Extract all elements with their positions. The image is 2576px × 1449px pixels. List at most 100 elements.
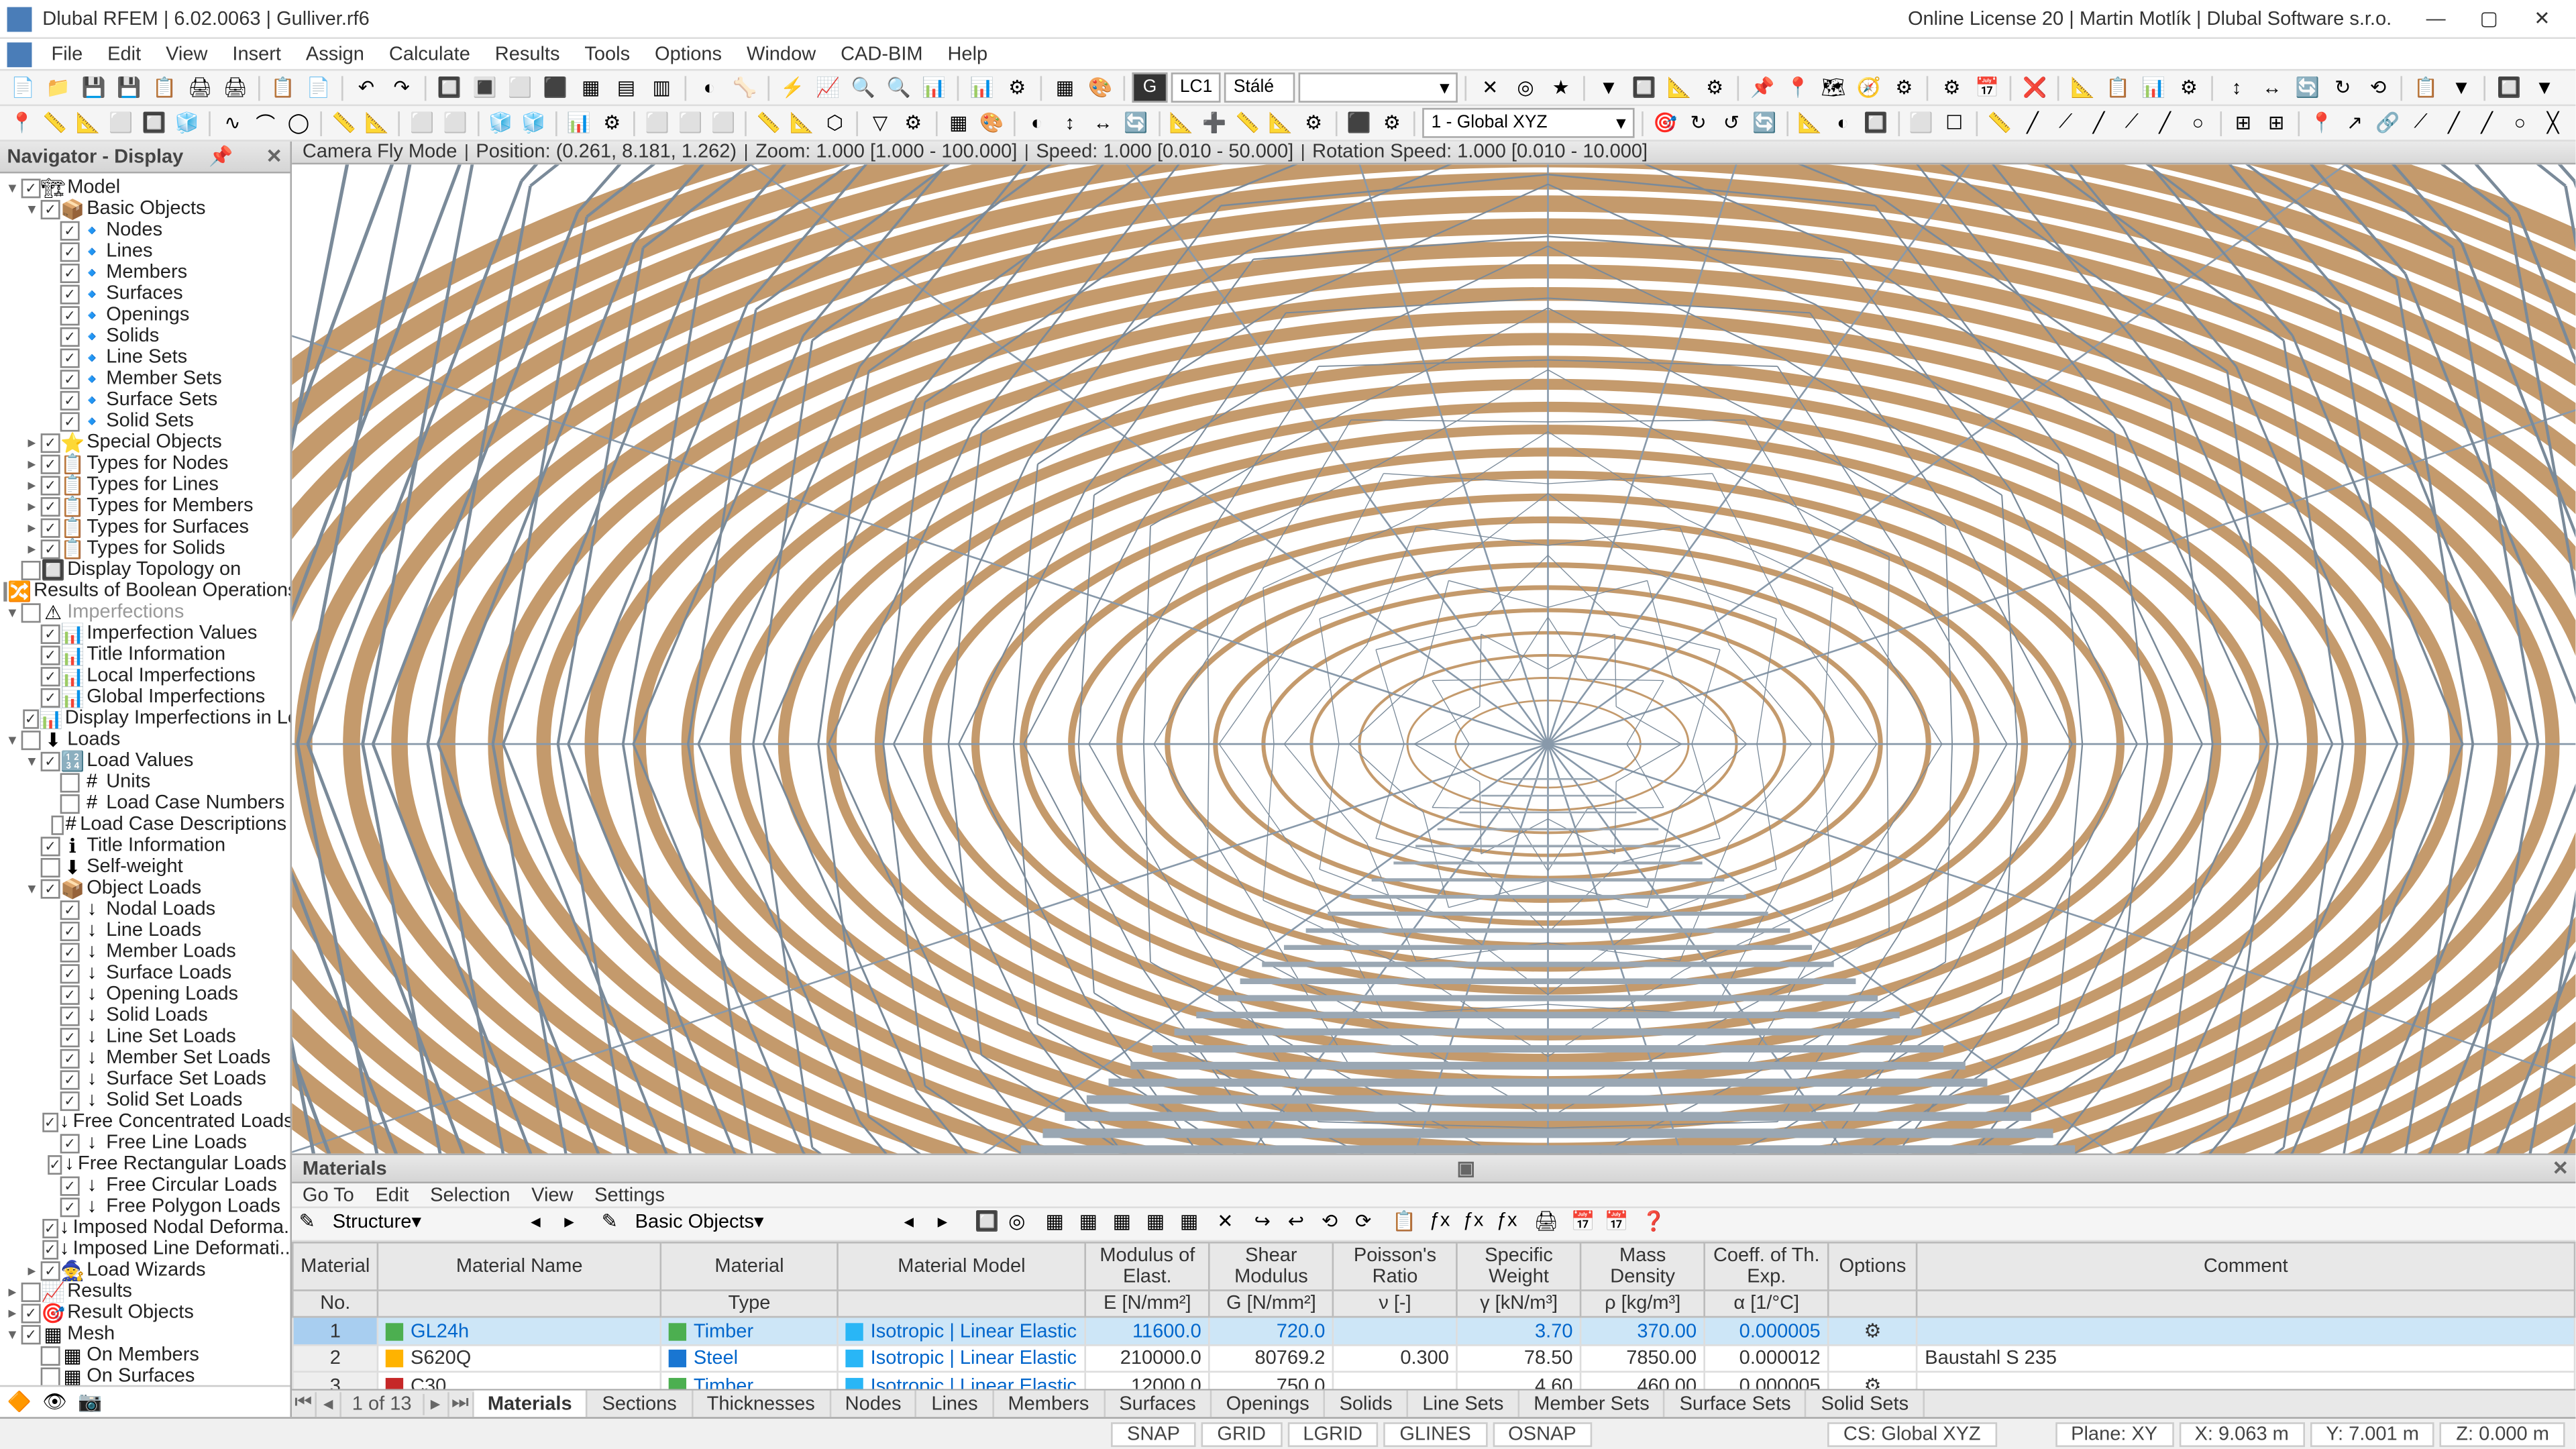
materials-menu-view[interactable]: View bbox=[531, 1184, 573, 1205]
toolbar1-btn-15[interactable]: 🔳 bbox=[469, 72, 500, 103]
table-row[interactable]: 1 GL24h Timber Isotropic | Linear Elasti… bbox=[292, 1317, 2575, 1345]
tree-node[interactable]: ▾✓📦Basic Objects bbox=[3, 198, 286, 219]
tab-thicknesses[interactable]: Thicknesses bbox=[693, 1389, 831, 1417]
menu-cad-bim[interactable]: CAD-BIM bbox=[828, 40, 935, 68]
tree-node[interactable]: #Load Case Numbers bbox=[3, 792, 286, 814]
toolbar2-btn-81[interactable]: ╱ bbox=[2472, 107, 2502, 139]
toolbar2-btn-29[interactable]: ⬡ bbox=[820, 107, 849, 139]
toolbar-g-combo[interactable]: G bbox=[1132, 72, 1168, 103]
toolbar1-btn-43[interactable]: ◎ bbox=[1509, 72, 1541, 103]
toolbar2-btn-56[interactable]: 🔄 bbox=[1750, 107, 1779, 139]
mat-tb-1[interactable]: ◎ bbox=[1008, 1209, 1038, 1239]
col-h1-8[interactable]: Mass Density bbox=[1580, 1242, 1705, 1290]
tab-members[interactable]: Members bbox=[994, 1389, 1105, 1417]
toolbar1-btn-8[interactable]: 📋 bbox=[267, 72, 299, 103]
toolbar1-btn-25[interactable]: ⚡ bbox=[777, 72, 808, 103]
tree-node[interactable]: ✓🔹Surface Sets bbox=[3, 389, 286, 411]
menu-results[interactable]: Results bbox=[482, 40, 572, 68]
toolbar1-btn-5[interactable]: 🖨 bbox=[184, 72, 215, 103]
col-h1-11[interactable]: Comment bbox=[1917, 1242, 2575, 1290]
toolbar2-btn-76[interactable]: 📍 bbox=[2307, 107, 2337, 139]
toolbar2-btn-35[interactable]: 🎨 bbox=[977, 107, 1006, 139]
tree-node[interactable]: ▸✓🎯Result Objects bbox=[3, 1302, 286, 1324]
materials-table[interactable]: MaterialMaterial NameMaterialMaterial Mo… bbox=[292, 1242, 2575, 1389]
toolbar2-btn-69[interactable]: ⟋ bbox=[2117, 107, 2147, 139]
tree-node[interactable]: 🔀Results of Boolean Operations bbox=[3, 580, 286, 602]
tree-node[interactable]: ✓📊Global Imperfections bbox=[3, 686, 286, 708]
tree-node[interactable]: ✓🔹Member Sets bbox=[3, 368, 286, 389]
tree-node[interactable]: ✓📊Display Imperfections in Loa... bbox=[3, 708, 286, 729]
toolbar2-btn-82[interactable]: ○ bbox=[2505, 107, 2534, 139]
toolbar-cs-combo[interactable]: 1 - Global XYZ▾ bbox=[1422, 108, 1634, 138]
tree-node[interactable]: ✓📊Local Imperfections bbox=[3, 665, 286, 687]
navigator-tree[interactable]: ▾✓🏗Model▾✓📦Basic Objects✓🔹Nodes✓🔹Lines✓🔹… bbox=[0, 173, 290, 1385]
col-h1-7[interactable]: Specific Weight bbox=[1457, 1242, 1581, 1290]
toolbar1-btn-0[interactable]: 📄 bbox=[7, 72, 39, 103]
toolbar2-btn-20[interactable]: 📊 bbox=[564, 107, 594, 139]
col-h2-1[interactable] bbox=[378, 1291, 661, 1318]
tab-sections[interactable]: Sections bbox=[588, 1389, 692, 1417]
col-h2-10[interactable] bbox=[1829, 1291, 1917, 1318]
toolbar2-btn-53[interactable]: 🎯 bbox=[1650, 107, 1680, 139]
toolbar2-btn-59[interactable]: ◐ bbox=[1828, 107, 1858, 139]
toolbar1-btn-29[interactable]: 📊 bbox=[918, 72, 950, 103]
tree-node[interactable]: ▸✓📋Types for Surfaces bbox=[3, 517, 286, 538]
tree-node[interactable]: ✓↓Member Loads bbox=[3, 941, 286, 963]
toolbar2-btn-40[interactable]: 🔄 bbox=[1121, 107, 1150, 139]
toolbar2-btn-12[interactable]: 📐 bbox=[362, 107, 392, 139]
toolbar2-btn-67[interactable]: ⟋ bbox=[2051, 107, 2080, 139]
toolbar1-btn-60[interactable]: ❌ bbox=[2019, 72, 2051, 103]
toolbar2-btn-42[interactable]: 📐 bbox=[1167, 107, 1196, 139]
toolbar1-btn-67[interactable]: ↕ bbox=[2220, 72, 2252, 103]
tab-line-sets[interactable]: Line Sets bbox=[1408, 1389, 1519, 1417]
toolbar1-btn-23[interactable]: 🦴 bbox=[729, 72, 760, 103]
tab-lines[interactable]: Lines bbox=[917, 1389, 994, 1417]
toolbar1-btn-12[interactable]: ↷ bbox=[386, 72, 417, 103]
toolbar1-btn-69[interactable]: 🔄 bbox=[2292, 72, 2323, 103]
toolbar2-btn-44[interactable]: 📏 bbox=[1233, 107, 1263, 139]
toolbar1-btn-74[interactable]: ▼ bbox=[2445, 72, 2477, 103]
toolbar1-btn-65[interactable]: ⚙ bbox=[2173, 72, 2204, 103]
table-row[interactable]: 2 S620Q Steel Isotropic | Linear Elastic… bbox=[292, 1345, 2575, 1372]
toolbar1-btn-26[interactable]: 📈 bbox=[812, 72, 843, 103]
tree-node[interactable]: ✓🔹Nodes bbox=[3, 219, 286, 241]
tab-solid-sets[interactable]: Solid Sets bbox=[1807, 1389, 1924, 1417]
tree-node[interactable]: ▸✓📋Types for Lines bbox=[3, 474, 286, 496]
toolbar2-btn-15[interactable]: ⬜ bbox=[441, 107, 470, 139]
toolbar1-btn-34[interactable]: ▦ bbox=[1049, 72, 1081, 103]
toolbar2-btn-49[interactable]: ⚙ bbox=[1377, 107, 1407, 139]
toolbar1-btn-32[interactable]: ⚙ bbox=[1002, 72, 1033, 103]
toolbar-stale-combo[interactable]: Stálé bbox=[1225, 72, 1295, 103]
col-h2-6[interactable]: ν [-] bbox=[1333, 1291, 1457, 1318]
menu-options[interactable]: Options bbox=[643, 40, 735, 68]
menu-file[interactable]: File bbox=[39, 40, 95, 68]
toolbar2-btn-32[interactable]: ⚙ bbox=[898, 107, 928, 139]
tree-node[interactable]: ✓📊Title Information bbox=[3, 644, 286, 665]
tree-node[interactable]: ✓↓Nodal Loads bbox=[3, 899, 286, 920]
status-snap[interactable]: SNAP bbox=[1111, 1421, 1195, 1446]
toolbar1-btn-16[interactable]: ⬜ bbox=[504, 72, 536, 103]
menu-view[interactable]: View bbox=[154, 40, 220, 68]
toolbar2-btn-11[interactable]: 📏 bbox=[329, 107, 359, 139]
toolbar2-btn-1[interactable]: 📏 bbox=[40, 107, 70, 139]
tree-node[interactable]: ⬇Self-weight bbox=[3, 856, 286, 877]
toolbar1-btn-52[interactable]: 📍 bbox=[1782, 72, 1813, 103]
minimize-button[interactable]: ― bbox=[2410, 0, 2463, 38]
tree-node[interactable]: ✓↓Opening Loads bbox=[3, 983, 286, 1005]
toolbar2-btn-28[interactable]: 📐 bbox=[787, 107, 816, 139]
tree-node[interactable]: ▸📈Results bbox=[3, 1281, 286, 1302]
toolbar1-btn-57[interactable]: ⚙ bbox=[1936, 72, 1968, 103]
toolbar2-btn-80[interactable]: ╱ bbox=[2439, 107, 2469, 139]
menu-window[interactable]: Window bbox=[735, 40, 828, 68]
toolbar2-btn-55[interactable]: ↺ bbox=[1717, 107, 1746, 139]
tree-node[interactable]: ✓ℹTitle Information bbox=[3, 835, 286, 857]
toolbar2-btn-17[interactable]: 🧊 bbox=[486, 107, 515, 139]
status-glines[interactable]: GLINES bbox=[1384, 1421, 1487, 1446]
menu-edit[interactable]: Edit bbox=[95, 40, 154, 68]
toolbar1-btn-2[interactable]: 💾 bbox=[78, 72, 109, 103]
toolbar1-btn-1[interactable]: 📁 bbox=[42, 72, 74, 103]
nav-tab-1-icon[interactable]: 🔶 bbox=[7, 1389, 32, 1414]
col-h2-0[interactable]: No. bbox=[292, 1291, 378, 1318]
toolbar1-btn-44[interactable]: ★ bbox=[1545, 72, 1576, 103]
toolbar1-btn-3[interactable]: 💾 bbox=[113, 72, 145, 103]
